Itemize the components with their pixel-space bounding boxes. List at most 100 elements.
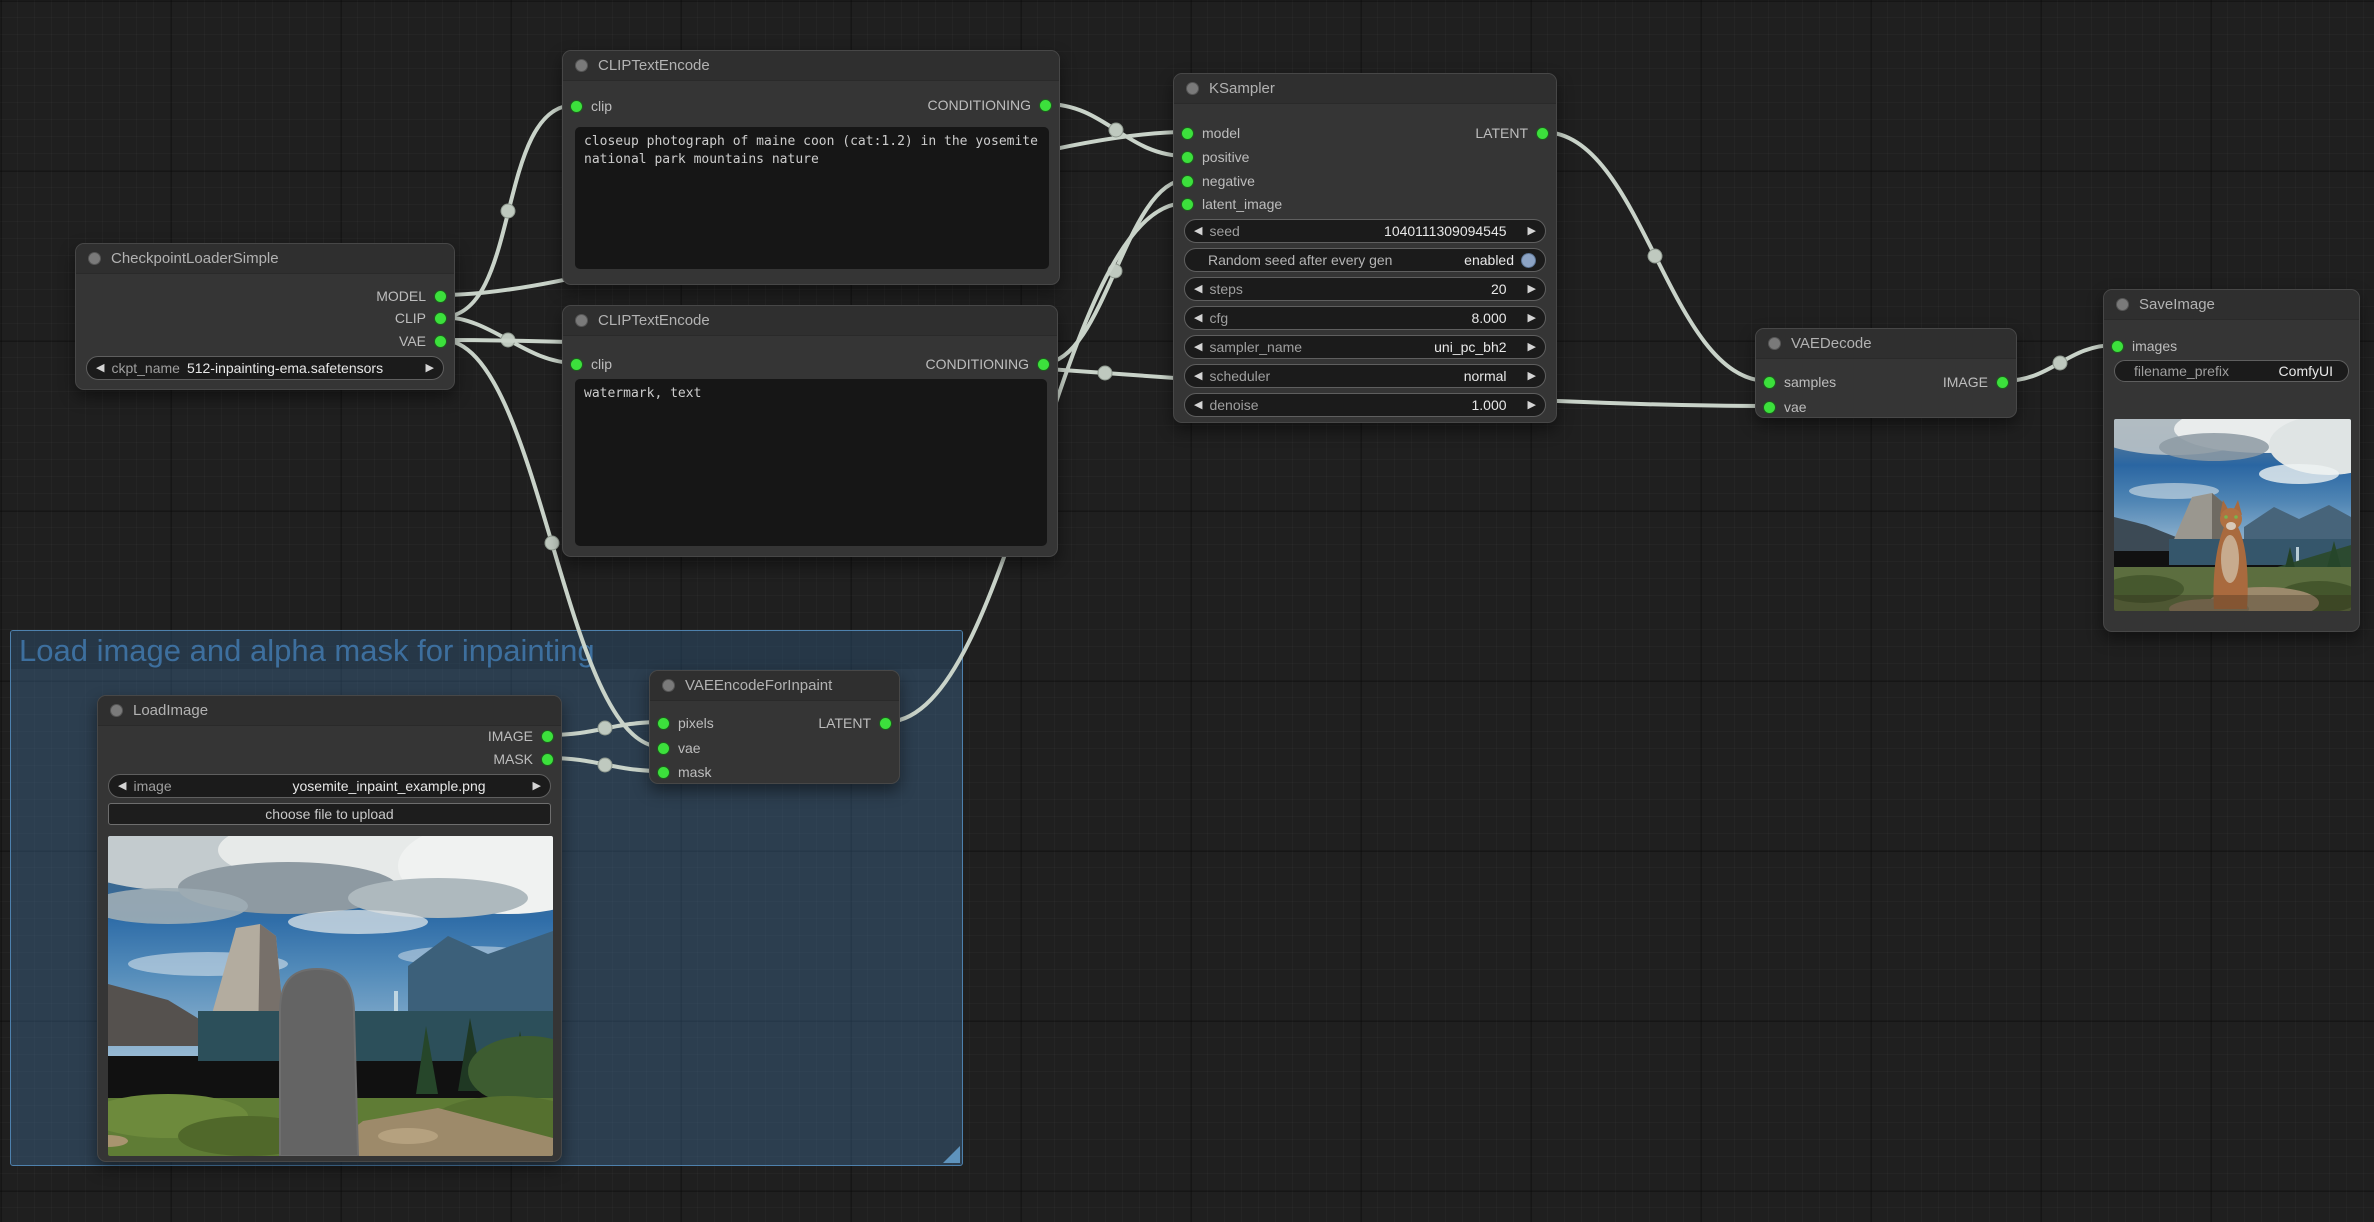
widget-label: cfg <box>1209 310 1229 326</box>
output-socket-latent[interactable] <box>1536 126 1549 140</box>
prompt-textarea[interactable]: watermark, text <box>575 379 1047 546</box>
decrement-arrow-icon[interactable]: ◀ <box>1194 225 1202 237</box>
input-socket-negative[interactable] <box>1181 174 1194 188</box>
node-titlebar[interactable]: LoadImage <box>98 696 561 726</box>
output-socket-mask[interactable] <box>541 752 554 766</box>
collapse-dot-icon[interactable] <box>1186 82 1199 95</box>
output-socket-latent[interactable] <box>879 716 892 730</box>
widget-filename-prefix[interactable]: filename_prefix ComfyUI <box>2114 360 2349 382</box>
collapse-dot-icon[interactable] <box>110 704 123 717</box>
output-socket-image[interactable] <box>1996 375 2009 389</box>
node-title: SaveImage <box>2139 296 2215 313</box>
node-title: VAEEncodeForInpaint <box>685 677 833 694</box>
node-titlebar[interactable]: VAEDecode <box>1756 329 2016 359</box>
decrement-arrow-icon[interactable]: ◀ <box>1194 341 1202 353</box>
output-socket-model[interactable] <box>434 289 447 303</box>
widget-random-seed-toggle[interactable]: Random seed after every gen enabled <box>1184 248 1546 272</box>
widget-steps[interactable]: ◀ steps 20 ▶ <box>1184 277 1546 301</box>
widget-value: 512-inpainting-ema.safetensors <box>186 360 384 376</box>
widget-value: 8.000 <box>1471 310 1507 326</box>
decrement-arrow-icon[interactable]: ◀ <box>1194 312 1202 324</box>
node-checkpoint-loader[interactable]: CheckpointLoaderSimple MODEL CLIP VAE ◀ … <box>75 243 455 390</box>
save-image-preview <box>2114 419 2351 611</box>
output-socket-conditioning[interactable] <box>1039 98 1052 112</box>
input-socket-vae[interactable] <box>657 741 670 755</box>
output-label-conditioning: CONDITIONING <box>927 97 1031 113</box>
widget-value: uni_pc_bh2 <box>1434 339 1507 355</box>
node-title: CLIPTextEncode <box>598 57 710 74</box>
node-vae-decode[interactable]: VAEDecode samples vae IMAGE <box>1755 328 2017 418</box>
input-socket-samples[interactable] <box>1763 375 1776 389</box>
input-label-negative: negative <box>1202 173 1255 189</box>
widget-denoise[interactable]: ◀ denoise 1.000 ▶ <box>1184 393 1546 417</box>
input-socket-model[interactable] <box>1181 126 1194 140</box>
node-titlebar[interactable]: VAEEncodeForInpaint <box>650 671 899 701</box>
input-label-mask: mask <box>678 764 712 780</box>
input-socket-positive[interactable] <box>1181 150 1194 164</box>
widget-value: yosemite_inpaint_example.png <box>292 778 486 794</box>
increment-arrow-icon[interactable]: ▶ <box>1528 283 1536 295</box>
node-clip-text-encode-positive[interactable]: CLIPTextEncode clip CONDITIONING closeup… <box>562 50 1060 285</box>
widget-value: normal <box>1463 368 1507 384</box>
node-titlebar[interactable]: SaveImage <box>2104 290 2359 320</box>
increment-arrow-icon[interactable]: ▶ <box>1528 225 1536 237</box>
increment-arrow-icon[interactable]: ▶ <box>1528 370 1536 382</box>
node-save-image[interactable]: SaveImage images filename_prefix ComfyUI <box>2103 289 2360 632</box>
node-titlebar[interactable]: KSampler <box>1174 74 1556 104</box>
node-vae-encode-for-inpaint[interactable]: VAEEncodeForInpaint pixels vae mask LATE… <box>649 670 900 784</box>
group-resize-handle-icon[interactable] <box>943 1146 960 1163</box>
input-socket-pixels[interactable] <box>657 716 670 730</box>
node-titlebar[interactable]: CheckpointLoaderSimple <box>76 244 454 274</box>
input-socket-mask[interactable] <box>657 765 670 779</box>
node-graph-canvas[interactable]: Load image and alpha mask for inpainting <box>0 0 2374 1222</box>
widget-cfg[interactable]: ◀ cfg 8.000 ▶ <box>1184 306 1546 330</box>
widget-seed[interactable]: ◀ seed 1040111309094545 ▶ <box>1184 219 1546 243</box>
decrement-arrow-icon[interactable]: ◀ <box>118 780 126 792</box>
widget-label: ckpt_name <box>111 360 180 376</box>
input-socket-clip[interactable] <box>570 99 583 113</box>
node-ksampler[interactable]: KSampler model positive negative latent_… <box>1173 73 1557 423</box>
collapse-dot-icon[interactable] <box>2116 298 2129 311</box>
input-socket-vae[interactable] <box>1763 400 1776 414</box>
output-label-latent: LATENT <box>1475 125 1528 141</box>
increment-arrow-icon[interactable]: ▶ <box>1528 399 1536 411</box>
node-clip-text-encode-negative[interactable]: CLIPTextEncode clip CONDITIONING waterma… <box>562 305 1058 557</box>
decrement-arrow-icon[interactable]: ◀ <box>1194 283 1202 295</box>
output-socket-image[interactable] <box>541 729 554 743</box>
output-socket-conditioning[interactable] <box>1037 357 1050 371</box>
decrement-arrow-icon[interactable]: ◀ <box>1194 399 1202 411</box>
decrement-arrow-icon[interactable]: ◀ <box>1194 370 1202 382</box>
choose-file-button[interactable]: choose file to upload <box>108 803 551 825</box>
collapse-dot-icon[interactable] <box>662 679 675 692</box>
input-socket-clip[interactable] <box>570 357 583 371</box>
input-label-model: model <box>1202 125 1241 141</box>
collapse-dot-icon[interactable] <box>88 252 101 265</box>
collapse-dot-icon[interactable] <box>1768 337 1781 350</box>
collapse-dot-icon[interactable] <box>575 59 588 72</box>
input-label-images: images <box>2132 338 2178 354</box>
node-title: KSampler <box>1209 80 1275 97</box>
increment-arrow-icon[interactable]: ▶ <box>533 780 541 792</box>
increment-arrow-icon[interactable]: ▶ <box>1528 341 1536 353</box>
node-titlebar[interactable]: CLIPTextEncode <box>563 306 1057 336</box>
decrement-arrow-icon[interactable]: ◀ <box>96 362 104 374</box>
widget-sampler-name[interactable]: ◀ sampler_name uni_pc_bh2 ▶ <box>1184 335 1546 359</box>
increment-arrow-icon[interactable]: ▶ <box>426 362 434 374</box>
collapse-dot-icon[interactable] <box>575 314 588 327</box>
output-label-latent: LATENT <box>818 715 871 731</box>
input-label-positive: positive <box>1202 149 1250 165</box>
output-socket-clip[interactable] <box>434 311 447 325</box>
increment-arrow-icon[interactable]: ▶ <box>1528 312 1536 324</box>
toggle-icon[interactable] <box>1521 252 1536 268</box>
input-socket-images[interactable] <box>2111 339 2124 353</box>
output-socket-vae[interactable] <box>434 334 447 348</box>
widget-label: denoise <box>1209 397 1259 413</box>
node-load-image[interactable]: LoadImage IMAGE MASK ◀ image yosemite_in… <box>97 695 562 1162</box>
widget-scheduler[interactable]: ◀ scheduler normal ▶ <box>1184 364 1546 388</box>
input-socket-latent-image[interactable] <box>1181 197 1194 211</box>
widget-ckpt-name[interactable]: ◀ ckpt_name 512-inpainting-ema.safetenso… <box>86 356 444 380</box>
widget-image-file[interactable]: ◀ image yosemite_inpaint_example.png ▶ <box>108 774 551 798</box>
widget-label: Random seed after every gen <box>1208 252 1393 268</box>
node-titlebar[interactable]: CLIPTextEncode <box>563 51 1059 81</box>
prompt-textarea[interactable]: closeup photograph of maine coon (cat:1.… <box>575 127 1049 269</box>
